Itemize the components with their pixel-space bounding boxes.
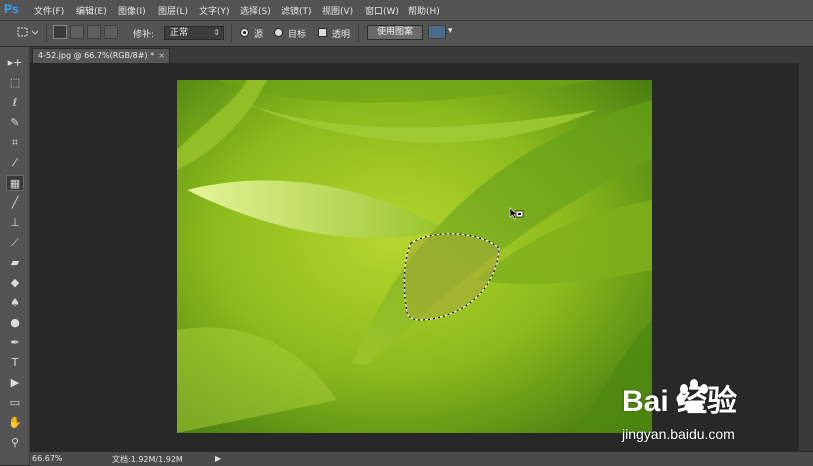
use-pattern-button[interactable]: 使用图案 [367, 25, 423, 40]
quick-select-tool-icon[interactable]: ✎ [6, 115, 24, 131]
source-radio[interactable] [240, 28, 249, 37]
document-tab-title: 4-52.jpg @ 66.7%(RGB/8#) * [38, 51, 155, 60]
source-label: 源 [254, 30, 264, 40]
transparent-label: 透明 [332, 30, 351, 40]
transparent-checkbox[interactable] [318, 28, 327, 37]
watermark-url: jingyan.baidu.com [622, 426, 735, 442]
separator [231, 24, 232, 42]
baidu-jingyan-watermark: Bai 经验 jingyan.baidu.com [622, 376, 802, 446]
menu-type[interactable]: 文字(Y) [199, 4, 230, 17]
shape-tool-icon[interactable]: ▭ [6, 395, 24, 411]
patch-label: 修补: [133, 30, 155, 40]
add-selection-icon[interactable] [70, 25, 84, 39]
destination-label: 目标 [288, 30, 307, 40]
document-tab[interactable]: 4-52.jpg @ 66.7%(RGB/8#) * × [32, 48, 170, 63]
zoom-tool-icon[interactable]: ⚲ [6, 435, 24, 451]
hand-tool-icon[interactable]: ✋ [6, 415, 24, 431]
paw-logo-icon [676, 379, 708, 412]
pattern-picker-icon[interactable] [428, 25, 446, 39]
photoshop-logo: Ps [4, 2, 19, 16]
separator [46, 24, 47, 42]
menu-select[interactable]: 选择(S) [240, 4, 271, 17]
menu-image[interactable]: 图像(I) [118, 4, 146, 17]
menu-filter[interactable]: 滤镜(T) [281, 4, 312, 17]
crop-tool-icon[interactable]: ⌗ [6, 135, 24, 151]
destination-radio[interactable] [274, 28, 283, 37]
menu-edit[interactable]: 编辑(E) [76, 4, 107, 17]
menu-view[interactable]: 视图(V) [322, 4, 353, 17]
status-bar: 66.67% 文档:1.92M/1.92M ▶ [30, 451, 813, 466]
eraser-tool-icon[interactable]: ▰ [6, 255, 24, 271]
close-tab-icon[interactable]: × [158, 49, 165, 63]
dodge-tool-icon[interactable]: ● [6, 315, 24, 331]
subtract-selection-icon[interactable] [87, 25, 101, 39]
patch-tool-icon[interactable]: ▦ [6, 175, 24, 191]
marquee-tool-icon[interactable]: ⬚ [6, 75, 24, 91]
toolbox: ▸+ ⬚ ℓ ✎ ⌗ ⁄ ▦ ╱ ⊥ ⟋ ▰ ◆ ♠ ● ✒ T ▶ ▭ ✋ ⚲ [0, 47, 30, 465]
lasso-tool-icon[interactable]: ℓ [6, 95, 24, 111]
zoom-level[interactable]: 66.67% [32, 454, 63, 463]
history-brush-tool-icon[interactable]: ⟋ [6, 235, 24, 251]
move-tool-icon[interactable]: ▸+ [6, 55, 24, 71]
type-tool-icon[interactable]: T [6, 355, 24, 371]
menu-bar: Ps 文件(F) 编辑(E) 图像(I) 图层(L) 文字(Y) 选择(S) 滤… [0, 0, 813, 21]
pen-tool-icon[interactable]: ✒ [6, 335, 24, 351]
select-arrow-icon: ⇕ [213, 28, 220, 37]
menu-help[interactable]: 帮助(H) [408, 4, 440, 17]
eyedropper-tool-icon[interactable]: ⁄ [6, 155, 24, 171]
menu-window[interactable]: 窗口(W) [365, 4, 399, 17]
menu-file[interactable]: 文件(F) [34, 4, 64, 17]
pattern-dropdown-icon[interactable]: ▾ [448, 26, 453, 36]
document-info: 文档:1.92M/1.92M [112, 455, 183, 464]
patch-mode-value: 正常 [170, 28, 189, 38]
path-select-tool-icon[interactable]: ▶ [6, 375, 24, 391]
brush-tool-icon[interactable]: ╱ [6, 195, 24, 211]
new-selection-icon[interactable] [53, 25, 67, 39]
status-menu-arrow-icon[interactable]: ▶ [215, 454, 221, 463]
paint-bucket-tool-icon[interactable]: ◆ [6, 275, 24, 291]
clone-stamp-tool-icon[interactable]: ⊥ [6, 215, 24, 231]
document-image[interactable] [177, 80, 652, 433]
intersect-selection-icon[interactable] [104, 25, 118, 39]
patch-mode-select[interactable]: 正常 ⇕ [164, 26, 224, 40]
document-tab-bar: 4-52.jpg @ 66.7%(RGB/8#) * × [30, 47, 813, 63]
menu-layer[interactable]: 图层(L) [158, 4, 188, 17]
options-bar: 修补: 正常 ⇕ 源 目标 透明 使用图案 ▾ [0, 21, 813, 47]
patch-tool-preset-icon[interactable] [16, 25, 39, 39]
blur-tool-icon[interactable]: ♠ [6, 295, 24, 311]
separator [358, 24, 359, 42]
